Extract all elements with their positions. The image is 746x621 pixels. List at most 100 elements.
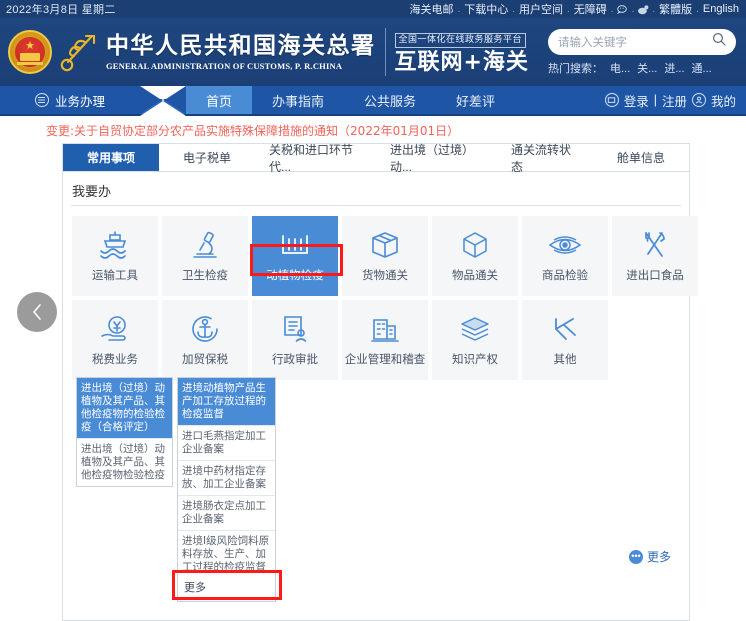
notice-banner[interactable]: 变更:关于自贸协定部分农产品实施特殊保障措施的通知（2022年01月01日）	[0, 116, 746, 143]
tile-processing-bonded[interactable]: 加贸保税	[162, 300, 248, 380]
section-title: 我要办	[72, 184, 112, 199]
my-account-link[interactable]: 我的	[711, 91, 736, 110]
tile-intellectual-property[interactable]: 知识产权	[432, 300, 518, 380]
tile-enterprise-management[interactable]: 企业管理和稽查	[342, 300, 428, 380]
tile-label: 知识产权	[452, 353, 498, 366]
nav-user-area: 登录 | 注册 我的	[604, 86, 746, 114]
tile-label: 企业管理和稽查	[344, 353, 426, 366]
yuan-hand-icon	[99, 314, 131, 344]
tile-label: 货物通关	[362, 269, 408, 282]
nav-item-review[interactable]: 好差评	[436, 86, 515, 114]
tile-label: 物品通关	[452, 269, 498, 282]
register-link[interactable]: 注册	[662, 91, 687, 110]
link-user-space[interactable]: 用户空间	[518, 1, 564, 17]
link-separator: .	[610, 3, 614, 15]
tab-clearance-status[interactable]: 通关流转状态	[497, 143, 593, 174]
submenu-more-button[interactable]: 更多	[177, 572, 276, 602]
nav-business-label: 业务办理	[54, 94, 105, 109]
tab-electronic-tax-bill[interactable]: 电子税单	[159, 144, 255, 171]
customs-caduceus-emblem	[56, 28, 100, 76]
link-customs-mail[interactable]: 海关电邮	[408, 1, 454, 17]
hot-search-item-4[interactable]: 通...	[692, 60, 712, 76]
submenu-right-item-1[interactable]: 进口毛燕指定加工企业备案	[178, 425, 275, 460]
submenu-right-item-3[interactable]: 进境肠衣定点加工企业备案	[178, 495, 275, 530]
wechat-icon[interactable]	[616, 4, 629, 16]
tile-label: 其他	[553, 353, 577, 366]
tile-goods-clearance[interactable]: 货物通关	[342, 216, 428, 296]
tab-bar: 常用事项 电子税单 关税和进口环节代... 进出境（过境）动... 通关流转状态…	[63, 143, 689, 174]
tile-transport-vehicle[interactable]: 运输工具	[72, 216, 158, 296]
current-date: 2022年3月8日 星期二	[6, 4, 116, 16]
link-english[interactable]: English	[702, 3, 740, 15]
link-separator: .	[631, 3, 635, 15]
weibo-icon[interactable]	[637, 4, 649, 16]
tile-other[interactable]: 其他	[522, 300, 608, 380]
site-title-cn: 中华人民共和国海关总署	[106, 32, 376, 59]
fork-knife-icon	[640, 230, 670, 260]
more-link[interactable]: ••• 更多	[628, 548, 671, 565]
login-link[interactable]: 登录	[624, 91, 649, 110]
submenu-right-item-2[interactable]: 进境中药材指定存放、加工企业备案	[178, 460, 275, 495]
tile-empty-slot	[612, 300, 698, 380]
tile-label: 运输工具	[92, 269, 138, 282]
search-input[interactable]	[558, 34, 712, 49]
link-accessibility[interactable]: 无障碍	[573, 1, 608, 17]
link-separator: .	[567, 3, 570, 15]
monitor-icon	[604, 93, 619, 107]
link-separator: .	[512, 3, 516, 15]
nav-hourglass-divider	[140, 86, 186, 116]
tile-administrative-approval[interactable]: 行政审批	[252, 300, 338, 380]
hamburger-icon	[34, 93, 49, 107]
submenu-panel-left: 进出境（过境）动植物及其产品、其他检疫物的检验检疫（合格评定） 进出境（过境）动…	[76, 377, 173, 487]
link-traditional-chinese[interactable]: 繁體版	[658, 1, 693, 17]
chevron-left-icon	[30, 303, 44, 321]
tab-manifest-info[interactable]: 舱单信息	[593, 144, 689, 171]
tile-label: 商品检验	[542, 269, 588, 282]
link-separator: .	[652, 3, 656, 15]
submenu-right-header[interactable]: 进境动植物产品生产加工存放过程的检疫监督	[178, 378, 275, 425]
tile-commodity-inspection[interactable]: 商品检验	[522, 216, 608, 296]
carousel-prev-button[interactable]	[17, 292, 57, 332]
site-title-en: GENERAL ADMINISTRATION OF CUSTOMS, P. R.…	[106, 60, 343, 71]
nav-item-public-service[interactable]: 公共服务	[344, 86, 436, 114]
submenu-right-item-4[interactable]: 进境Ⅰ级风险饲料原料存放、生产、加工过程的检疫监督	[178, 530, 275, 578]
submenu-left-header[interactable]: 进出境（过境）动植物及其产品、其他检疫物的检验检疫（合格评定）	[77, 378, 172, 438]
microscope-icon	[189, 230, 221, 260]
tile-grid-row-1: 运输工具 卫生检疫 动植物检疫 货物通关 物品通关 商品检验 进出口食品	[63, 216, 698, 296]
tab-entry-exit-animal[interactable]: 进出境（过境）动...	[376, 143, 497, 174]
platform-title: 互联网+海关	[394, 49, 529, 75]
hot-search-item-1[interactable]: 电...	[610, 60, 630, 76]
hot-search-item-2[interactable]: 关...	[637, 60, 657, 76]
nav-item-home[interactable]: 首页	[186, 86, 253, 114]
tile-animal-plant-quarantine[interactable]: 动植物检疫	[252, 216, 338, 296]
tile-grid-row-2: 税费业务 加贸保税 行政审批 企业管理和稽查 知识产权 其他	[63, 300, 689, 380]
platform-tag: 全国一体化在线政务服务平台	[394, 32, 527, 48]
search-icon[interactable]	[712, 32, 726, 51]
link-download-center[interactable]: 下载中心	[463, 1, 509, 17]
eye-inspect-icon	[548, 230, 582, 260]
site-header: ★ 中华人民共和国海关总署 GENERAL ADMINISTRATION OF …	[0, 18, 746, 86]
building-icon	[370, 314, 400, 344]
tile-label: 加贸保税	[182, 353, 228, 366]
tile-label: 卫生检疫	[182, 269, 228, 282]
tab-tariff-import[interactable]: 关税和进口环节代...	[255, 143, 376, 174]
pin-icon	[551, 314, 579, 344]
anchor-icon	[190, 314, 220, 344]
nav-business-handling[interactable]: 业务办理	[0, 86, 140, 114]
platform-block: 全国一体化在线政务服务平台 互联网+海关	[394, 29, 529, 76]
tab-common-items[interactable]: 常用事项	[63, 144, 159, 171]
tile-health-quarantine[interactable]: 卫生检疫	[162, 216, 248, 296]
header-divider	[384, 28, 386, 76]
hot-search-row: 热门搜索： 电... 关... 进... 通...	[548, 60, 736, 76]
nav-items: 首页 办事指南 公共服务 好差评	[186, 86, 515, 114]
hot-search-item-3[interactable]: 进...	[664, 60, 684, 76]
submenu-panel-right: 进境动植物产品生产加工存放过程的检疫监督 进口毛燕指定加工企业备案 进境中药材指…	[177, 377, 276, 579]
more-link-label: 更多	[646, 550, 671, 564]
submenu-left-item-1[interactable]: 进出境（过境）动植物及其产品、其他检疫物检验检疫	[77, 438, 172, 486]
search-box[interactable]	[548, 28, 736, 55]
tile-import-export-food[interactable]: 进出口食品	[612, 216, 698, 296]
hot-search-label: 热门搜索：	[548, 62, 603, 75]
tile-article-clearance[interactable]: 物品通关	[432, 216, 518, 296]
tile-tax-business[interactable]: 税费业务	[72, 300, 158, 380]
nav-item-guide[interactable]: 办事指南	[252, 86, 344, 114]
